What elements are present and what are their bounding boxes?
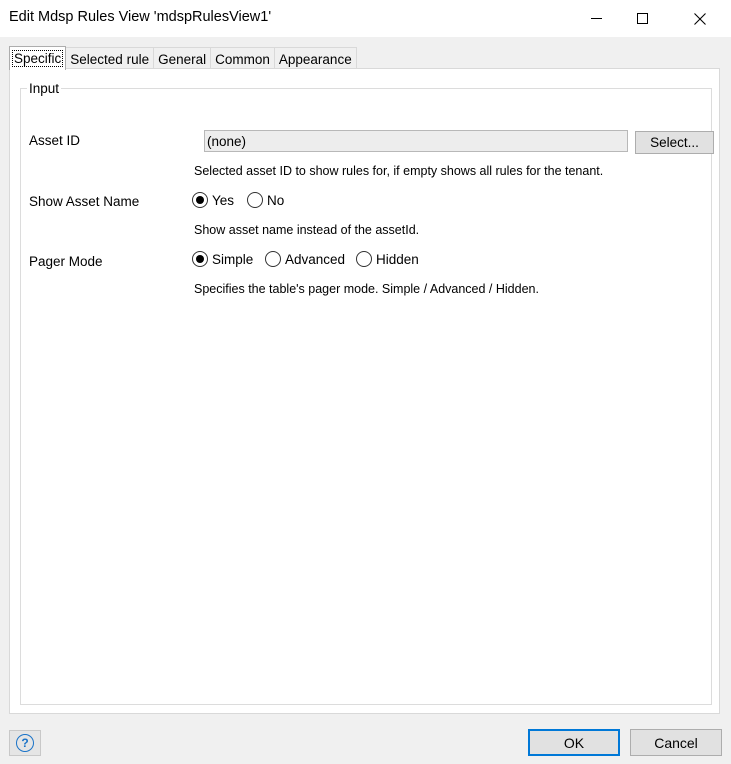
group-legend: Input	[29, 81, 60, 96]
pager-mode-simple-radio[interactable]: Simple	[192, 251, 253, 267]
tab-appearance[interactable]: Appearance	[273, 47, 357, 70]
radio-checked-icon	[192, 251, 208, 267]
radio-label: Advanced	[285, 251, 346, 267]
show-asset-name-label: Show Asset Name	[29, 194, 140, 209]
window-title: Edit Mdsp Rules View 'mdspRulesView1'	[9, 9, 272, 25]
asset-id-label: Asset ID	[29, 133, 81, 148]
radio-checked-icon	[192, 192, 208, 208]
title-bar: Edit Mdsp Rules View 'mdspRulesView1'	[0, 0, 731, 37]
ok-button[interactable]: OK	[528, 729, 620, 756]
pager-mode-advanced-radio[interactable]: Advanced	[265, 251, 345, 267]
radio-label: No	[267, 192, 285, 208]
minimize-button[interactable]	[573, 0, 619, 37]
close-icon	[694, 12, 706, 25]
radio-unchecked-icon	[247, 192, 263, 208]
radio-label: Hidden	[376, 251, 419, 267]
cancel-button[interactable]: Cancel	[630, 729, 722, 756]
tab-strip: Specific Selected rule General Common Ap…	[9, 46, 357, 70]
radio-unchecked-icon	[265, 251, 281, 267]
maximize-icon	[636, 13, 648, 24]
show-asset-name-yes-radio[interactable]: Yes	[192, 192, 234, 208]
tab-label: Selected rule	[70, 51, 150, 67]
pager-mode-label: Pager Mode	[29, 254, 103, 269]
radio-label: Yes	[212, 192, 235, 208]
select-asset-button[interactable]: Select...	[635, 131, 714, 154]
tab-label: Appearance	[278, 51, 352, 67]
help-icon: ?	[16, 734, 34, 752]
tab-specific[interactable]: Specific	[9, 46, 67, 70]
pager-mode-description: Specifies the table's pager mode. Simple…	[194, 282, 539, 296]
input-group: Input Asset ID Select... Selected asset …	[20, 81, 714, 705]
tab-label: General	[158, 51, 207, 67]
maximize-button[interactable]	[619, 0, 665, 37]
radio-unchecked-icon	[356, 251, 372, 267]
asset-id-field[interactable]	[204, 130, 628, 152]
minimize-icon	[590, 18, 602, 19]
tab-label: Specific	[12, 50, 64, 67]
asset-id-description: Selected asset ID to show rules for, if …	[194, 164, 604, 178]
close-button[interactable]	[677, 0, 723, 37]
help-button[interactable]: ?	[9, 730, 41, 756]
radio-label: Simple	[212, 251, 254, 267]
tab-label: Common	[215, 51, 270, 67]
show-asset-name-no-radio[interactable]: No	[247, 192, 284, 208]
tab-general[interactable]: General	[153, 47, 212, 70]
show-asset-name-description: Show asset name instead of the assetId.	[194, 223, 420, 237]
tab-common[interactable]: Common	[210, 47, 275, 70]
pager-mode-hidden-radio[interactable]: Hidden	[356, 251, 419, 267]
tab-selected-rule[interactable]: Selected rule	[65, 47, 155, 70]
tab-page-specific: Input Asset ID Select... Selected asset …	[9, 68, 720, 714]
